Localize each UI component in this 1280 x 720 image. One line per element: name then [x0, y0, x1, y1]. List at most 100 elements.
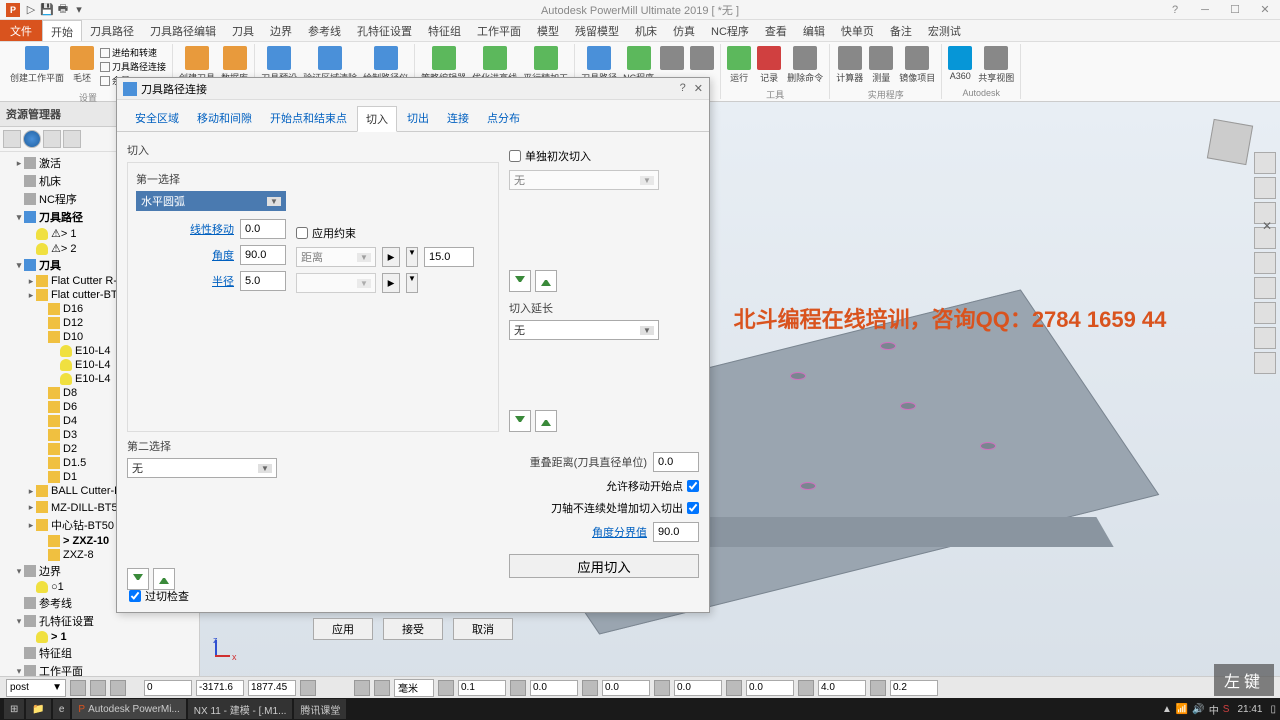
tray-vol-icon[interactable]: 🔊 — [1192, 704, 1204, 715]
right-up-1-button[interactable] — [535, 270, 557, 292]
menu-macrotest[interactable]: 宏测试 — [920, 20, 969, 41]
menu-tool[interactable]: 刀具 — [224, 20, 262, 41]
menu-feature[interactable]: 特征组 — [420, 20, 469, 41]
clock[interactable]: 21:41 — [1233, 704, 1266, 715]
record-button[interactable]: 记录 — [755, 44, 783, 86]
dropdown-icon[interactable]: ▾ — [72, 3, 86, 17]
task-nx[interactable]: NX 11 - 建模 - [.M1... — [188, 699, 293, 719]
tray-s-icon[interactable]: S — [1223, 704, 1230, 715]
linear-move-input[interactable] — [240, 219, 286, 239]
apply-constraint-checkbox[interactable] — [296, 227, 308, 239]
bb-icon-5[interactable] — [354, 680, 370, 696]
tray-net-icon[interactable]: 📶 — [1176, 704, 1188, 715]
calculator-button[interactable]: 计算器 — [834, 44, 865, 86]
menu-toolpath[interactable]: 刀具路径 — [82, 20, 142, 41]
sidebar-globe-icon[interactable] — [23, 130, 41, 148]
bb-icon-11[interactable] — [726, 680, 742, 696]
tray-ime-icon[interactable]: 中 — [1209, 702, 1219, 717]
apply-button[interactable]: 应用 — [313, 618, 373, 640]
val-5-input[interactable] — [746, 680, 794, 696]
menu-edit[interactable]: 编辑 — [795, 20, 833, 41]
zoom-fit-icon[interactable] — [1254, 152, 1276, 174]
stock-button[interactable]: 毛坯 — [68, 44, 96, 89]
task-tencent[interactable]: 腾讯课堂 — [294, 699, 346, 719]
constraint-type-combo[interactable]: 距离▼ — [296, 247, 376, 267]
single-first-checkbox[interactable] — [509, 150, 521, 162]
run-button[interactable]: 运行 — [725, 44, 753, 86]
dialog-close-icon[interactable]: ✕ — [694, 82, 703, 95]
accept-button[interactable]: 接受 — [383, 618, 443, 640]
tab-point-dist[interactable]: 点分布 — [479, 106, 528, 131]
menu-machine[interactable]: 机床 — [627, 20, 665, 41]
coord-z-input[interactable] — [248, 680, 296, 696]
open-icon[interactable]: ▷ — [24, 3, 38, 17]
radius-label[interactable]: 半径 — [212, 273, 234, 289]
bb-icon-7[interactable] — [438, 680, 454, 696]
tab-move-gap[interactable]: 移动和间隙 — [189, 106, 260, 131]
val-3-input[interactable] — [602, 680, 650, 696]
move-up-button[interactable] — [153, 568, 175, 590]
val-7-input[interactable] — [890, 680, 938, 696]
start-button[interactable]: ⊞ — [4, 699, 24, 719]
sidebar-tool-1[interactable] — [3, 130, 21, 148]
post-combo[interactable]: post▼ — [6, 679, 66, 697]
menu-boundary[interactable]: 边界 — [262, 20, 300, 41]
right-down-1-button[interactable] — [509, 270, 531, 292]
menu-nc[interactable]: NC程序 — [703, 20, 757, 41]
menu-residual[interactable]: 残留模型 — [567, 20, 627, 41]
create-workplane-button[interactable]: 创建工作平面 — [8, 44, 66, 89]
overcut-check-checkbox[interactable] — [129, 590, 141, 602]
menu-sim[interactable]: 仿真 — [665, 20, 703, 41]
bb-icon-9[interactable] — [582, 680, 598, 696]
delete-cmd-button[interactable]: 删除命令 — [785, 44, 825, 86]
task-edge[interactable]: e — [53, 699, 71, 719]
angle-threshold-input[interactable] — [653, 522, 699, 542]
sidebar-tool-3[interactable] — [43, 130, 61, 148]
feed-speed-option[interactable]: 进给和转速 — [100, 46, 166, 59]
close-icon[interactable]: ✕ — [1250, 0, 1280, 20]
linear-move-label[interactable]: 线性移动 — [190, 221, 234, 237]
menu-start[interactable]: 开始 — [42, 20, 82, 41]
view-tool-7[interactable] — [1254, 302, 1276, 324]
right-down-2-button[interactable] — [509, 410, 531, 432]
first-choice-combo[interactable]: 水平圆弧▼ — [136, 191, 286, 211]
bb-icon-3[interactable] — [110, 680, 126, 696]
bb-icon-13[interactable] — [870, 680, 886, 696]
view-cube[interactable] — [1207, 119, 1253, 165]
cursor-icon[interactable] — [1254, 327, 1276, 349]
sidebar-tool-4[interactable] — [63, 130, 81, 148]
angle-label[interactable]: 角度 — [212, 247, 234, 263]
bb-icon-6[interactable] — [374, 680, 390, 696]
coord-y-input[interactable] — [196, 680, 244, 696]
toolpath-connect-option[interactable]: 刀具路径连接 — [100, 60, 166, 73]
menu-workplane[interactable]: 工作平面 — [469, 20, 529, 41]
task-powermill[interactable]: PAutodesk PowerMi... — [72, 699, 185, 719]
bb-icon-4[interactable] — [300, 680, 316, 696]
constraint-combo-2[interactable]: ▼ — [296, 273, 376, 293]
menu-toolpath-edit[interactable]: 刀具路径编辑 — [142, 20, 224, 41]
menu-refline[interactable]: 参考线 — [300, 20, 349, 41]
val-6-input[interactable] — [818, 680, 866, 696]
coord-x-input[interactable] — [144, 680, 192, 696]
menu-view[interactable]: 查看 — [757, 20, 795, 41]
menu-model[interactable]: 模型 — [529, 20, 567, 41]
help-icon[interactable]: ? — [1160, 0, 1190, 20]
val-4-input[interactable] — [674, 680, 722, 696]
constraint-value-input[interactable] — [424, 247, 474, 267]
dialog-help-icon[interactable]: ? — [680, 82, 686, 95]
val-2-input[interactable] — [530, 680, 578, 696]
unit-combo[interactable]: 毫米 — [394, 679, 434, 697]
tab-cutout[interactable]: 切出 — [399, 106, 437, 131]
menu-notes[interactable]: 备注 — [882, 20, 920, 41]
measure-button[interactable]: 测量 — [867, 44, 895, 86]
menu-quickpage[interactable]: 快单页 — [833, 20, 882, 41]
cutin-ext-combo[interactable]: 无▼ — [509, 320, 659, 340]
val-1-input[interactable] — [458, 680, 506, 696]
bb-icon-1[interactable] — [70, 680, 86, 696]
view-tool-6[interactable] — [1254, 277, 1276, 299]
tab-start-end[interactable]: 开始点和结束点 — [262, 106, 355, 131]
show-desktop[interactable]: ▯ — [1270, 704, 1276, 715]
bb-icon-2[interactable] — [90, 680, 106, 696]
angle-threshold-label[interactable]: 角度分界值 — [592, 524, 647, 540]
menu-holes[interactable]: 孔特征设置 — [349, 20, 420, 41]
